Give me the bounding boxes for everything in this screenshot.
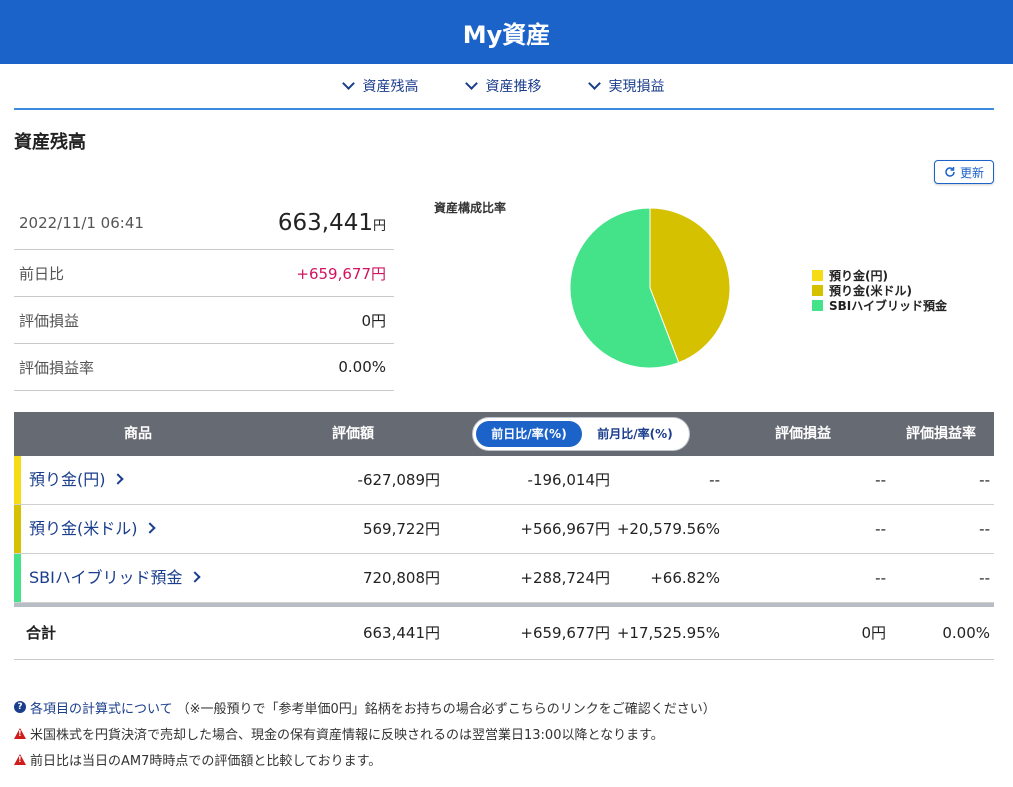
nav-history-link[interactable]: 資産推移 bbox=[464, 76, 542, 96]
row-color-bar bbox=[14, 505, 21, 553]
summary-panel: 2022/11/1 06:41 663,441円 前日比 +659,677円 評… bbox=[14, 196, 394, 391]
holdings-table: 商品 評価額 前日比/率(%) 前月比/率(%) 評価損益 評価損益率 預り金(… bbox=[14, 412, 994, 660]
table-header: 商品 評価額 前日比/率(%) 前月比/率(%) 評価損益 評価損益率 bbox=[14, 412, 994, 456]
row-color-bar bbox=[14, 554, 21, 602]
change-period-toggle: 前日比/率(%) 前月比/率(%) bbox=[472, 417, 690, 451]
note-warning: 米国株式を円貨決済で売却した場合、現金の保有資産情報に反映されるのは翌営業日13… bbox=[14, 721, 716, 745]
legend-label: SBIハイブリッド預金 bbox=[829, 299, 948, 313]
legend-swatch bbox=[812, 300, 823, 311]
chevron-down-icon bbox=[341, 77, 355, 90]
page-title: My資産 bbox=[462, 20, 551, 49]
product-link-jpy-deposit[interactable]: 預り金(円) bbox=[29, 456, 124, 504]
warning-icon bbox=[14, 753, 26, 765]
pl-value: 0円 bbox=[361, 311, 386, 330]
chevron-right-icon bbox=[111, 473, 124, 485]
legend-swatch bbox=[812, 270, 823, 281]
formula-link[interactable]: 各項目の計算式について bbox=[30, 698, 173, 717]
chart-legend: 預り金(円) 預り金(米ドル) SBIハイブリッド預金 bbox=[812, 268, 947, 313]
summary-row-pl-rate: 評価損益率 0.00% bbox=[14, 344, 394, 391]
legend-item: 預り金(円) bbox=[812, 268, 947, 283]
summary-row-day-change: 前日比 +659,677円 bbox=[14, 250, 394, 297]
summary-total-row: 2022/11/1 06:41 663,441円 bbox=[14, 196, 394, 250]
note-formula: ? 各項目の計算式について （※一般預りで「参考単価0円」銘柄をお持ちの場合必ず… bbox=[14, 695, 716, 719]
product-link-hybrid-deposit[interactable]: SBIハイブリッド預金 bbox=[29, 554, 201, 602]
total-unit: 円 bbox=[372, 218, 386, 234]
toggle-day-change[interactable]: 前日比/率(%) bbox=[476, 421, 582, 447]
nav-realized-link[interactable]: 実現損益 bbox=[587, 76, 665, 96]
section-nav: 資産残高 資産推移 実現損益 bbox=[14, 64, 994, 110]
day-change-value: +659,677円 bbox=[296, 264, 386, 283]
table-row: 預り金(米ドル) 569,722円 +566,967円 +20,579.56% … bbox=[14, 505, 994, 554]
question-icon: ? bbox=[14, 701, 26, 713]
total-value: 663,441 bbox=[277, 209, 373, 236]
table-row: 預り金(円) -627,089円 -196,014円 -- -- -- bbox=[14, 456, 994, 505]
notes: ? 各項目の計算式について （※一般預りで「参考単価0円」銘柄をお持ちの場合必ず… bbox=[14, 695, 716, 773]
refresh-icon bbox=[945, 167, 955, 177]
note-warning: 前日比は当日のAM7時時点での評価額と比較しております。 bbox=[14, 747, 716, 771]
legend-swatch bbox=[812, 285, 823, 296]
chevron-right-icon bbox=[143, 522, 156, 534]
allocation-pie-chart bbox=[569, 207, 731, 369]
legend-item: SBIハイブリッド預金 bbox=[812, 298, 947, 313]
warning-icon bbox=[14, 727, 26, 739]
pl-rate-value: 0.00% bbox=[338, 358, 386, 376]
nav-balance-link[interactable]: 資産残高 bbox=[341, 76, 419, 96]
refresh-button[interactable]: 更新 bbox=[934, 160, 994, 184]
chevron-right-icon bbox=[188, 571, 201, 583]
chevron-down-icon bbox=[587, 77, 601, 90]
legend-item: 預り金(米ドル) bbox=[812, 283, 947, 298]
toggle-month-change[interactable]: 前月比/率(%) bbox=[585, 421, 685, 447]
chart-title: 資産構成比率 bbox=[434, 201, 507, 215]
table-row: SBIハイブリッド預金 720,808円 +288,724円 +66.82% -… bbox=[14, 554, 994, 603]
summary-row-pl: 評価損益 0円 bbox=[14, 297, 394, 344]
row-color-bar bbox=[14, 456, 21, 504]
product-link-usd-deposit[interactable]: 預り金(米ドル) bbox=[29, 505, 156, 553]
chevron-down-icon bbox=[464, 77, 478, 90]
total-row: 合計 663,441円 +659,677円 +17,525.95% 0円 0.0… bbox=[14, 607, 994, 660]
timestamp: 2022/11/1 06:41 bbox=[19, 213, 144, 232]
section-title: 資産残高 bbox=[14, 132, 86, 153]
app-header: My資産 bbox=[0, 0, 1013, 64]
